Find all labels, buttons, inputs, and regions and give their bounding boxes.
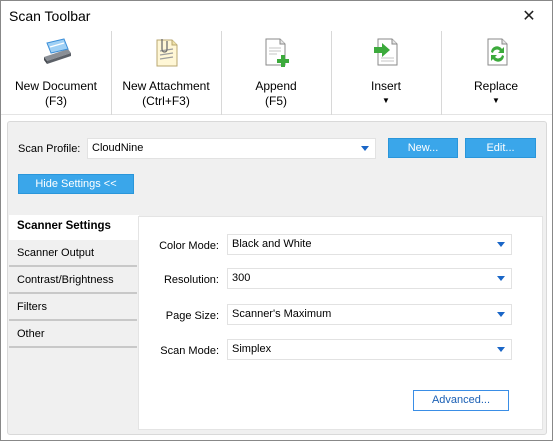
resolution-label: Resolution:	[163, 274, 219, 286]
dropdown-arrow-icon	[497, 242, 505, 247]
color-mode-select[interactable]: Black and White	[227, 234, 512, 255]
new-attachment-label: New Attachment	[122, 79, 210, 93]
tab-contrast-brightness[interactable]: Contrast/Brightness	[9, 269, 137, 294]
chevron-down-icon: ▼	[382, 96, 390, 105]
dropdown-arrow-icon	[497, 312, 505, 317]
title-bar: Scan Toolbar ✕	[1, 1, 552, 31]
page-size-label: Page Size:	[165, 310, 219, 322]
edit-profile-button[interactable]: Edit...	[465, 138, 536, 158]
new-profile-button[interactable]: New...	[388, 138, 458, 158]
dropdown-arrow-icon	[361, 146, 369, 151]
color-mode-value: Black and White	[232, 238, 312, 250]
scan-profile-select[interactable]: CloudNine	[87, 138, 376, 159]
tab-other[interactable]: Other	[9, 323, 137, 348]
dropdown-arrow-icon	[497, 276, 505, 281]
page-size-value: Scanner's Maximum	[232, 308, 332, 320]
advanced-button[interactable]: Advanced...	[413, 390, 509, 411]
append-shortcut: (F5)	[265, 94, 287, 108]
toolbar: New Document (F3) New Attachment (Ctrl+F…	[1, 31, 552, 115]
resolution-select[interactable]: 300	[227, 268, 512, 289]
scanner-icon	[44, 38, 71, 64]
scan-mode-select[interactable]: Simplex	[227, 339, 512, 360]
scan-profile-label: Scan Profile:	[18, 143, 81, 155]
insert-label: Insert	[370, 79, 401, 93]
resolution-value: 300	[232, 272, 251, 284]
new-document-shortcut: (F3)	[45, 94, 67, 108]
paperclip-document-icon	[156, 39, 178, 67]
dropdown-arrow-icon	[497, 347, 505, 352]
scan-profile-value: CloudNine	[92, 142, 144, 154]
document-insert-icon	[374, 38, 398, 66]
new-attachment-button[interactable]: New Attachment (Ctrl+F3)	[111, 31, 221, 115]
new-document-label: New Document	[14, 79, 98, 93]
scan-mode-label: Scan Mode:	[160, 345, 219, 357]
hide-settings-button[interactable]: Hide Settings <<	[18, 174, 134, 194]
close-button[interactable]: ✕	[506, 1, 552, 31]
scanner-settings-content: Color Mode: Black and White Resolution: …	[138, 216, 543, 430]
settings-area: Scanner Settings Scanner Output Contrast…	[9, 215, 546, 434]
document-add-icon	[265, 38, 289, 67]
document-replace-icon	[487, 38, 508, 66]
scan-mode-value: Simplex	[232, 343, 272, 355]
tab-filters[interactable]: Filters	[9, 296, 137, 321]
insert-button[interactable]: Insert ▼	[331, 31, 441, 115]
replace-button[interactable]: Replace ▼	[441, 31, 551, 115]
tab-scanner-output[interactable]: Scanner Output	[9, 242, 137, 267]
replace-label: Replace	[473, 79, 519, 93]
tab-scanner-settings[interactable]: Scanner Settings	[9, 215, 139, 240]
scan-toolbar-window: Scan Toolbar ✕ New Document (F3) New Att…	[0, 0, 553, 441]
close-icon: ✕	[522, 8, 536, 25]
new-attachment-shortcut: (Ctrl+F3)	[142, 94, 190, 108]
window-title: Scan Toolbar	[9, 8, 91, 24]
chevron-down-icon: ▼	[492, 96, 500, 105]
page-size-select[interactable]: Scanner's Maximum	[227, 304, 512, 325]
new-document-button[interactable]: New Document (F3)	[1, 31, 111, 115]
append-button[interactable]: Append (F5)	[221, 31, 331, 115]
append-label: Append	[255, 79, 297, 93]
color-mode-label: Color Mode:	[159, 240, 219, 252]
settings-panel: Scan Profile: CloudNine New... Edit... H…	[7, 121, 547, 435]
